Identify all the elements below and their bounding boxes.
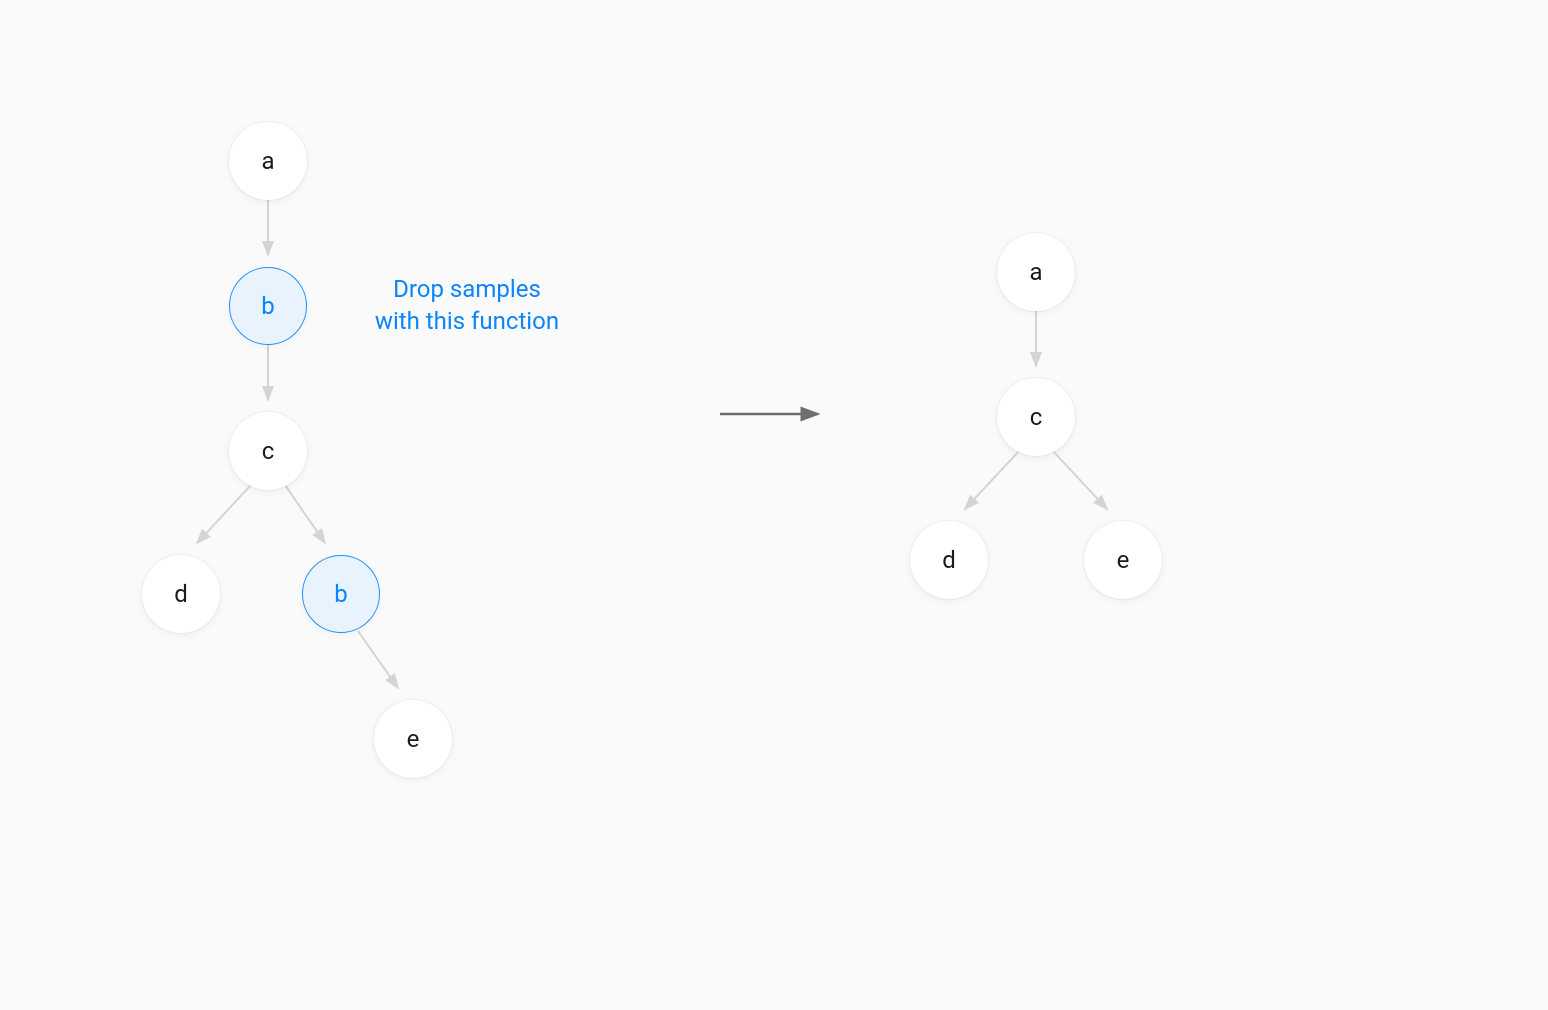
node-label: d (942, 546, 956, 574)
edge-b2-e (358, 631, 398, 688)
node-label: a (1029, 258, 1042, 286)
node-label: b (261, 292, 274, 320)
node-label: c (262, 437, 275, 465)
node-a-right: a (997, 233, 1075, 311)
edge-c-d (197, 485, 251, 543)
edge-right-c-e (1053, 451, 1107, 509)
node-c-left: c (229, 412, 307, 490)
annotation-line-1: Drop samples (393, 275, 541, 303)
node-label: b (334, 580, 347, 608)
node-label: e (407, 725, 420, 753)
node-label: e (1117, 546, 1130, 574)
node-d-right: d (910, 521, 988, 599)
edge-right-c-d (965, 451, 1019, 509)
node-e-left: e (374, 700, 452, 778)
node-b1-left: b (229, 267, 307, 345)
node-a-left: a (229, 122, 307, 200)
annotation-text: Drop samples with this function (352, 273, 582, 338)
node-label: a (261, 147, 274, 175)
edge-c-b2 (285, 485, 325, 543)
annotation-line-2: with this function (375, 307, 559, 335)
node-label: c (1030, 403, 1043, 431)
node-label: d (174, 580, 188, 608)
node-e-right: e (1084, 521, 1162, 599)
node-b2-left: b (302, 555, 380, 633)
node-d-left: d (142, 555, 220, 633)
node-c-right: c (997, 378, 1075, 456)
